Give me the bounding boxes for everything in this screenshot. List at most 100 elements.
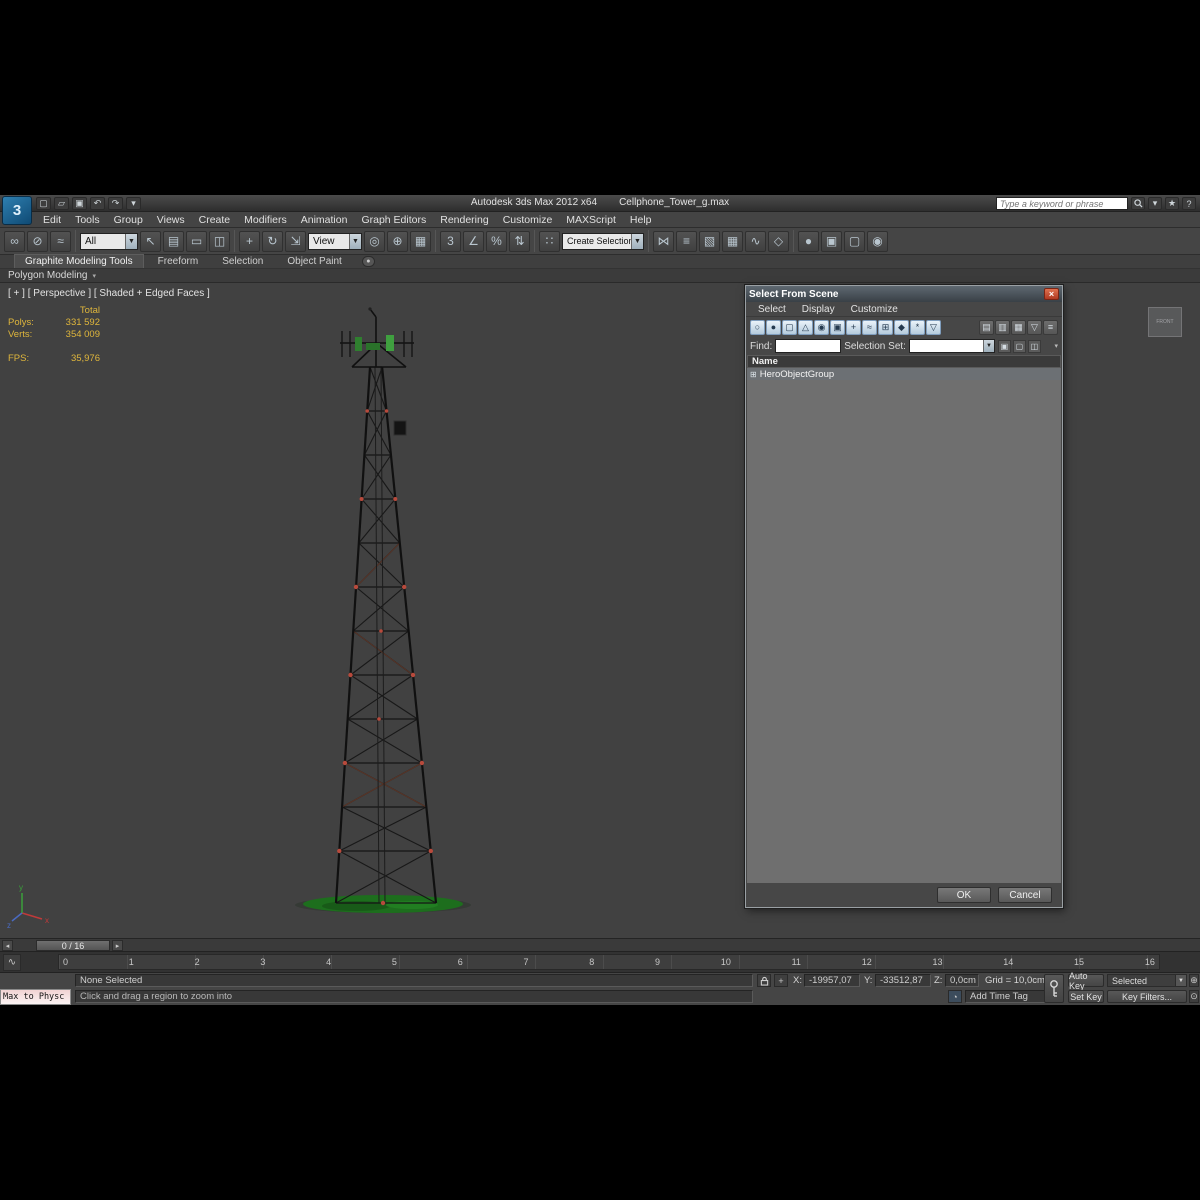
snaps-toggle-icon[interactable]: 3 [440,230,461,252]
time-slider[interactable]: ◂ 0 / 16 ▸ [0,938,1200,951]
ribbon-tab[interactable]: Graphite Modeling Tools [14,254,144,268]
named-selection-sets-icon[interactable]: ∷ [539,230,560,252]
select-by-name-icon[interactable]: ▤ [163,230,184,252]
viewport-label[interactable]: [ + ] [ Perspective ] [ Shaded + Edged F… [8,288,210,299]
menu-item[interactable]: Views [150,214,192,226]
ribbon-minimize-icon[interactable]: ● [361,256,375,267]
list-view-icon[interactable]: ▤ [979,319,994,335]
select-and-move-icon[interactable]: + [239,230,260,252]
timeline-ruler[interactable]: 0 1 2 3 4 5 6 7 8 9 10 11 12 13 14 15 16 [58,954,1160,970]
z-coordinate-field[interactable]: 0,0cm [945,974,979,987]
display-lights-icon[interactable]: ◉ [814,319,829,335]
y-coordinate-field[interactable]: -33512,87 [875,974,931,987]
display-frozen-icon[interactable]: * [910,319,925,335]
find-input[interactable] [775,339,842,353]
time-tag-icon[interactable]: ◔ [948,990,962,1003]
display-helpers-icon[interactable]: + [846,319,861,335]
display-cameras-icon[interactable]: ▣ [830,319,845,335]
scene-object-list[interactable]: ⊞ HeroObjectGroup [747,368,1061,883]
selection-filter-dropdown[interactable]: All ▼ [80,232,138,250]
ribbon-tab[interactable]: Object Paint [277,255,351,268]
menu-item[interactable]: MAXScript [559,214,623,226]
select-and-rotate-icon[interactable]: ↻ [262,230,283,252]
angle-snap-icon[interactable]: ∠ [463,230,484,252]
menu-item[interactable]: Group [107,214,150,226]
dialog-menu-item[interactable]: Display [794,304,843,315]
mini-curve-editor-icon[interactable]: ∿ [3,954,21,971]
previous-frame-icon[interactable]: ◂ [2,940,13,951]
select-and-scale-icon[interactable]: ⇲ [285,230,306,252]
menu-item[interactable]: Create [192,214,238,226]
menu-item[interactable]: Rendering [433,214,495,226]
display-geometry-icon[interactable]: ▢ [782,319,797,335]
cancel-button[interactable]: Cancel [998,887,1052,903]
unlink-selection-icon[interactable]: ⊘ [27,230,48,252]
ribbon-tab[interactable]: Freeform [148,255,209,268]
name-column-header[interactable]: Name [747,355,1061,368]
spinner-snap-icon[interactable]: ⇅ [509,230,530,252]
next-frame-icon[interactable]: ▸ [112,940,123,951]
display-children-icon[interactable]: ≡ [1043,319,1058,335]
menu-item[interactable]: Graph Editors [354,214,433,226]
select-all-icon[interactable]: ▣ [997,339,1011,353]
help-icon[interactable]: ? [1182,197,1196,210]
schematic-view-icon[interactable]: ◇ [768,230,789,252]
maxscript-mini-listener[interactable]: Max to Physc [0,989,71,1005]
display-hidden-icon[interactable]: ▽ [926,319,941,335]
search-icon[interactable] [1131,197,1145,210]
display-spacewarps-icon[interactable]: ≈ [862,319,877,335]
layer-manager-icon[interactable]: ▧ [699,230,720,252]
column-chooser-icon[interactable]: ▦ [1011,319,1026,335]
dialog-title-bar[interactable]: Select From Scene × [746,286,1062,302]
keyboard-override-icon[interactable]: ▦ [410,230,431,252]
ribbon-tab[interactable]: Selection [212,255,273,268]
menu-item[interactable]: Edit [36,214,68,226]
rendered-frame-icon[interactable]: ▢ [844,230,865,252]
select-none-icon[interactable]: ▢ [1012,339,1026,353]
set-key-button[interactable]: Set Key [1068,990,1104,1003]
dialog-menu-item[interactable]: Select [750,304,794,315]
named-selection-dropdown[interactable]: Create Selection Se ▼ [562,232,644,250]
menu-item[interactable]: Customize [496,214,560,226]
display-none-icon[interactable]: ○ [750,319,765,335]
antenna-array[interactable] [340,307,414,368]
menu-item[interactable]: Animation [294,214,355,226]
percent-snap-icon[interactable]: % [486,230,507,252]
display-shapes-icon[interactable]: △ [798,319,813,335]
coordinate-system-dropdown[interactable]: View ▼ [308,232,362,250]
auto-key-button[interactable]: Auto Key [1068,971,1104,991]
time-slider-handle[interactable]: 0 / 16 [36,940,110,951]
material-editor-icon[interactable]: ● [798,230,819,252]
key-mode-dropdown[interactable]: Selected ▼ [1107,974,1187,987]
select-object-icon[interactable]: ↖ [140,230,161,252]
favorites-star-icon[interactable]: ★ [1165,197,1179,210]
3dsmax-logo[interactable]: 3 [2,196,32,225]
bind-to-space-warp-icon[interactable]: ≈ [50,230,71,252]
select-and-manipulate-icon[interactable]: ⊕ [387,230,408,252]
HeroObjectGroup[interactable]: ⊞ HeroObjectGroup [747,368,1061,380]
keyword-search-input[interactable] [996,197,1128,210]
detail-view-icon[interactable]: ▥ [995,319,1010,335]
more-options-icon[interactable]: ▾ [1054,342,1058,350]
search-options-icon[interactable]: ▾ [1148,197,1162,210]
set-keys-button[interactable] [1044,974,1064,1003]
render-production-icon[interactable]: ◉ [867,230,888,252]
selection-lock-icon[interactable] [757,974,771,987]
menu-item[interactable]: Tools [68,214,107,226]
display-all-icon[interactable]: ● [766,319,781,335]
track-bar[interactable]: ∿ 0 1 2 3 4 5 6 7 8 9 10 11 12 13 14 15 16 [0,951,1200,973]
close-icon[interactable]: × [1044,288,1059,300]
align-icon[interactable]: ≡ [676,230,697,252]
render-setup-icon[interactable]: ▣ [821,230,842,252]
ribbon-toggle-icon[interactable]: ▦ [722,230,743,252]
select-and-link-icon[interactable]: ∞ [4,230,25,252]
x-coordinate-field[interactable]: -19957,07 [804,974,860,987]
ok-button[interactable]: OK [937,887,991,903]
zoom-view-icon[interactable]: ⊙ [1189,990,1199,1003]
viewcube[interactable]: FRONT [1148,307,1182,337]
absolute-mode-icon[interactable]: + [774,974,788,987]
menu-item[interactable]: Modifiers [237,214,294,226]
window-crossing-icon[interactable]: ◫ [209,230,230,252]
use-pivot-point-icon[interactable]: ◎ [364,230,385,252]
polygon-modeling-label[interactable]: Polygon Modeling [8,270,88,281]
